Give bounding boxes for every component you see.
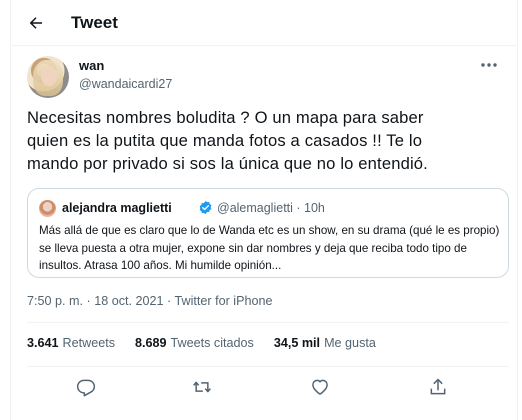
author-handle[interactable]: @wandaicardi27 bbox=[79, 77, 172, 91]
divider bbox=[27, 366, 509, 367]
arrow-left-icon bbox=[29, 17, 42, 29]
tweet-detail-page: Tweet wan @wandaicardi27 Necesitas nombr… bbox=[10, 0, 518, 420]
heart-icon bbox=[312, 379, 328, 395]
header-bar: Tweet bbox=[11, 0, 517, 46]
like-button[interactable] bbox=[309, 376, 331, 398]
timestamp-text: 7:50 p. m. · 18 oct. 2021 · bbox=[27, 294, 175, 308]
quote-handle-time: @alemaglietti · 10h bbox=[217, 201, 325, 215]
retweet-icon bbox=[193, 381, 211, 393]
reply-button[interactable] bbox=[75, 376, 97, 398]
source-link[interactable]: Twitter for iPhone bbox=[174, 294, 272, 308]
quote-author-name: alejandra maglietti bbox=[62, 201, 172, 215]
retweet-button[interactable] bbox=[191, 376, 213, 398]
divider bbox=[27, 322, 509, 323]
more-options-button[interactable] bbox=[477, 56, 501, 74]
quoted-tweet[interactable]: alejandra maglietti @alemaglietti · 10h … bbox=[27, 188, 509, 278]
back-button[interactable] bbox=[23, 10, 49, 36]
quote-text: Más allá de que es claro que lo de Wanda… bbox=[39, 224, 500, 272]
retweets-count[interactable]: 3.641 Retweets bbox=[27, 336, 115, 350]
share-button[interactable] bbox=[427, 376, 449, 398]
tweet-text: Necesitas nombres boludita ? O un mapa p… bbox=[27, 108, 428, 173]
share-icon bbox=[430, 378, 446, 395]
quote-avatar bbox=[39, 200, 56, 217]
engagement-stats: 3.641 Retweets 8.689 Tweets citados 34,5 m… bbox=[27, 336, 396, 350]
page-title: Tweet bbox=[71, 13, 118, 32]
tweet-timestamp: 7:50 p. m. · 18 oct. 2021 · Twitter for … bbox=[27, 294, 272, 308]
verified-badge-icon bbox=[199, 200, 212, 215]
likes-count[interactable]: 34,5 mil Me gusta bbox=[274, 336, 376, 350]
action-bar bbox=[11, 370, 517, 404]
author-name[interactable]: wan bbox=[79, 58, 104, 73]
more-dots-icon bbox=[481, 63, 497, 67]
reply-icon bbox=[76, 379, 96, 397]
avatar[interactable] bbox=[27, 56, 69, 98]
quote-tweets-count[interactable]: 8.689 Tweets citados bbox=[135, 336, 254, 350]
